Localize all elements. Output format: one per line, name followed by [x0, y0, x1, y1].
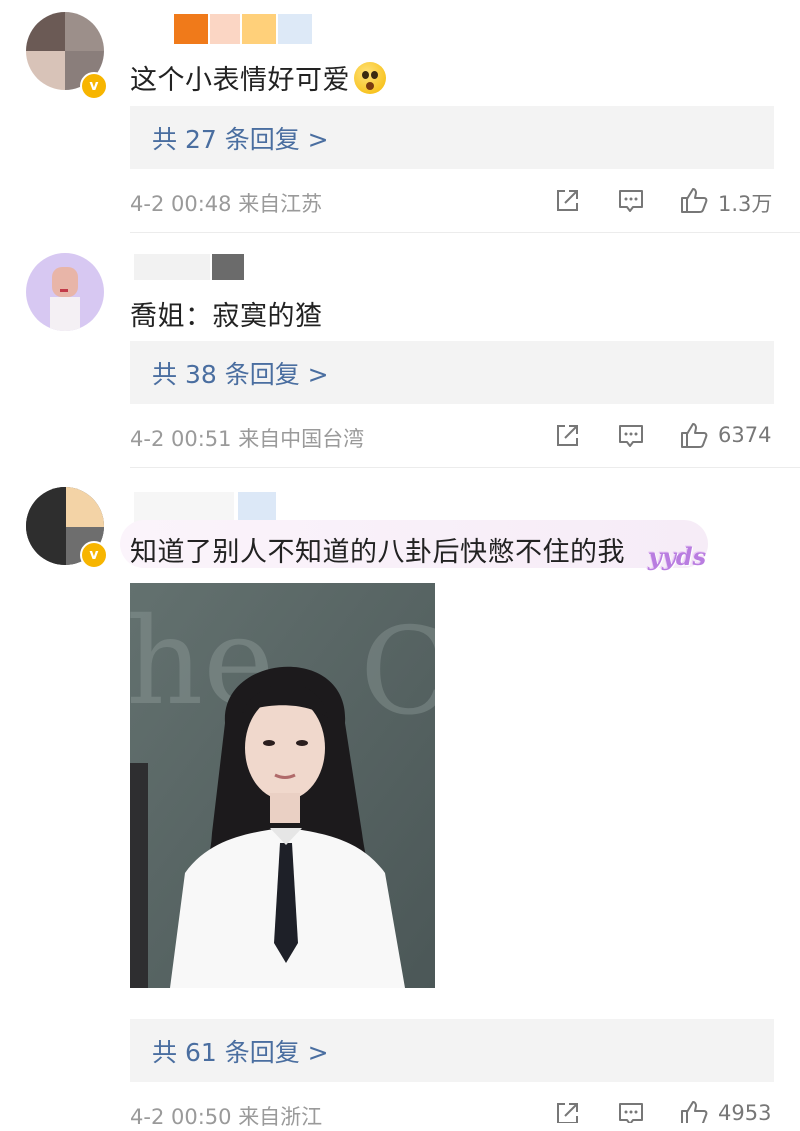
- share-icon[interactable]: [554, 188, 580, 214]
- divider: [130, 232, 800, 233]
- yyds-bubble-tag: yyds: [648, 542, 707, 571]
- astonished-face-emoji-icon: [354, 62, 386, 94]
- comment-icon[interactable]: [617, 1101, 645, 1123]
- comment-location: 来自江苏: [238, 192, 323, 216]
- thumbs-up-icon[interactable]: [679, 421, 709, 449]
- verified-badge-icon: v: [80, 541, 108, 569]
- thumbs-up-icon[interactable]: [679, 1099, 709, 1123]
- verified-badge-icon: v: [80, 72, 108, 100]
- comment-icon[interactable]: [617, 423, 645, 449]
- view-replies-button[interactable]: 共 61 条回复 >: [130, 1019, 774, 1082]
- like-count: 4953: [718, 1101, 772, 1125]
- comment-text: 知道了别人不知道的八卦后快憋不住的我: [130, 537, 625, 568]
- comment-time: 4-2 00:51: [130, 427, 232, 451]
- thumbs-up-icon[interactable]: [679, 186, 709, 214]
- username[interactable]: [134, 254, 244, 280]
- comment-image[interactable]: he C: [130, 583, 435, 988]
- username[interactable]: [174, 14, 314, 44]
- comment-meta: 4-2 00:51 来自中国台湾: [130, 423, 364, 453]
- share-icon[interactable]: [554, 1101, 580, 1123]
- comment-icon[interactable]: [617, 188, 645, 214]
- comment-time: 4-2 00:50: [130, 1105, 232, 1129]
- comment-text: 喬姐：寂寞的猹: [130, 301, 323, 332]
- username[interactable]: [134, 492, 278, 522]
- view-replies-button[interactable]: 共 38 条回复 >: [130, 341, 774, 404]
- like-count: 6374: [718, 423, 772, 447]
- comment-time: 4-2 00:48: [130, 192, 232, 216]
- share-icon[interactable]: [554, 423, 580, 449]
- comment-location: 来自浙江: [238, 1105, 323, 1129]
- comment-text: 这个小表情好可爱: [130, 58, 386, 97]
- comment-meta: 4-2 00:50 来自浙江: [130, 1101, 322, 1131]
- divider: [130, 467, 800, 468]
- avatar[interactable]: [26, 253, 104, 331]
- comment-location: 来自中国台湾: [238, 427, 365, 451]
- view-replies-button[interactable]: 共 27 条回复 >: [130, 106, 774, 169]
- svg-text:C: C: [360, 603, 435, 742]
- comment-meta: 4-2 00:48 来自江苏: [130, 188, 322, 218]
- like-count: 1.3万: [718, 192, 773, 216]
